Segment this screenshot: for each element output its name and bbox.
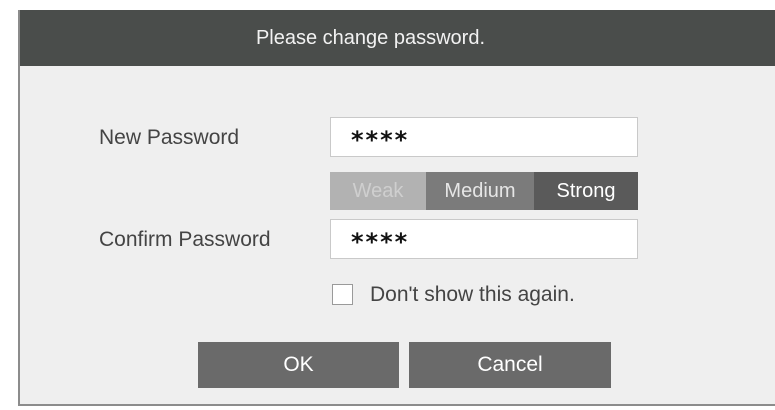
dont-show-again-checkbox[interactable] xyxy=(332,284,353,305)
strength-weak: Weak xyxy=(330,172,426,210)
strength-medium: Medium xyxy=(426,172,534,210)
confirm-password-label: Confirm Password xyxy=(99,228,271,251)
password-strength-meter: Weak Medium Strong xyxy=(330,172,638,210)
dont-show-again-label[interactable]: Don't show this again. xyxy=(370,283,575,307)
change-password-dialog: Please change password. New Password ***… xyxy=(18,10,775,406)
confirm-password-field[interactable]: **** xyxy=(330,219,638,259)
cancel-button[interactable]: Cancel xyxy=(409,342,611,388)
ok-button[interactable]: OK xyxy=(198,342,399,388)
strength-strong: Strong xyxy=(534,172,638,210)
dialog-title: Please change password. xyxy=(20,10,775,66)
new-password-field[interactable]: **** xyxy=(330,117,638,157)
new-password-label: New Password xyxy=(99,126,240,149)
